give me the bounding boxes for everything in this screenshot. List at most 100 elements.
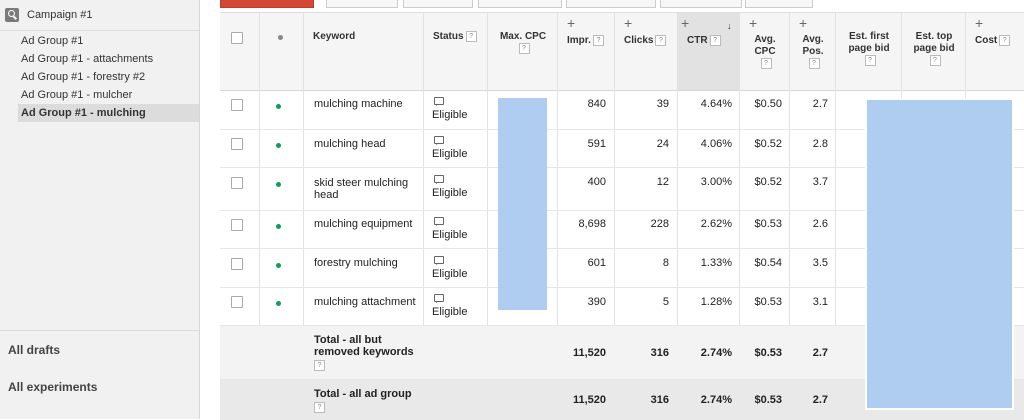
status-header-label: Status <box>433 31 464 43</box>
enabled-status-dot <box>276 104 281 109</box>
help-icon[interactable]: ? <box>655 35 667 46</box>
select-all-checkbox[interactable] <box>231 32 243 44</box>
impr-value: 840 <box>587 98 606 110</box>
help-icon[interactable]: ? <box>929 55 941 66</box>
total-ctr-value: 2.74% <box>700 394 732 406</box>
enabled-status-dot <box>276 182 281 187</box>
keyword-text[interactable]: mulching machine <box>314 98 403 110</box>
cost-header[interactable]: + Cost? <box>966 13 1024 90</box>
keyword-text[interactable]: forestry mulching <box>314 257 398 269</box>
total-label: Total - all ad group <box>314 388 412 400</box>
impr-header[interactable]: + Impr.? <box>558 13 615 90</box>
more-button[interactable] <box>745 0 813 8</box>
status-text: Eligible <box>432 187 468 199</box>
help-icon[interactable]: ? <box>314 359 325 371</box>
keyword-text[interactable]: mulching attachment <box>314 296 416 308</box>
max-cpc-header[interactable]: Max. CPC ? <box>488 13 558 90</box>
total-label-line-2: removed keywords <box>314 346 414 358</box>
ctr-value: 3.00% <box>700 176 732 188</box>
avg-cpc-value: $0.52 <box>754 176 782 188</box>
status-speech-bubble-icon[interactable] <box>434 294 444 303</box>
keyword-text-line-2[interactable]: head <box>314 189 338 201</box>
bid-strategy-button[interactable] <box>478 0 562 8</box>
automate-button[interactable] <box>566 0 656 8</box>
status-speech-bubble-icon[interactable] <box>434 136 444 145</box>
sidebar: Campaign #1 Ad Group #1 Ad Group #1 - at… <box>0 0 200 419</box>
ctr-header-label: CTR <box>687 35 708 47</box>
sidebar-item-ad-group-attachments[interactable]: Ad Group #1 - attachments <box>20 50 198 68</box>
help-icon[interactable]: ? <box>808 58 820 69</box>
avg-cpc-value: $0.54 <box>754 257 782 269</box>
avg-pos-header[interactable]: + Avg. Pos. ? <box>790 13 836 90</box>
avg-pos-value: 3.1 <box>812 296 828 308</box>
row-checkbox[interactable] <box>231 296 243 308</box>
status-speech-bubble-icon[interactable] <box>434 256 444 265</box>
add-column-icon[interactable]: + <box>799 16 807 30</box>
clicks-value: 228 <box>650 218 669 230</box>
redacted-max-cpc-block <box>498 98 547 310</box>
status-speech-bubble-icon[interactable] <box>434 217 444 226</box>
row-checkbox[interactable] <box>231 258 243 270</box>
help-icon[interactable]: ? <box>518 43 530 54</box>
keyword-text[interactable]: mulching head <box>314 138 386 150</box>
status-speech-bubble-icon[interactable] <box>434 175 444 184</box>
help-icon[interactable]: ? <box>864 55 876 66</box>
impr-value: 8,698 <box>578 218 606 230</box>
help-icon[interactable]: ? <box>465 31 477 42</box>
add-column-icon[interactable]: + <box>749 16 757 30</box>
edit-button[interactable] <box>326 0 398 8</box>
campaign-row[interactable]: Campaign #1 <box>0 0 199 31</box>
all-drafts-link[interactable]: All drafts <box>0 330 199 368</box>
total-impr-value: 11,520 <box>572 347 606 359</box>
status-text: Eligible <box>432 306 468 318</box>
total-impr-value: 11,520 <box>572 394 606 406</box>
details-button[interactable] <box>403 0 473 8</box>
ctr-header[interactable]: + ↓ CTR? <box>678 13 740 90</box>
add-keyword-button[interactable] <box>220 0 314 8</box>
all-experiments-link[interactable]: All experiments <box>0 368 199 406</box>
row-checkbox[interactable] <box>231 138 243 150</box>
row-checkbox[interactable] <box>231 219 243 231</box>
avg-pos-value: 2.6 <box>812 218 828 230</box>
est-first-header-label-2: page bid <box>848 43 890 54</box>
add-column-icon[interactable]: + <box>975 16 983 30</box>
add-column-icon[interactable]: + <box>681 16 689 30</box>
labels-button[interactable] <box>660 0 742 8</box>
keyword-header-label: Keyword <box>313 31 356 42</box>
add-column-icon[interactable]: + <box>624 16 632 30</box>
row-checkbox[interactable] <box>231 99 243 111</box>
sidebar-item-ad-group-forestry[interactable]: Ad Group #1 - forestry #2 <box>20 68 198 86</box>
total-avg-pos-value: 2.7 <box>812 347 828 359</box>
avg-pos-value: 3.5 <box>812 257 828 269</box>
clicks-header[interactable]: + Clicks? <box>615 13 678 90</box>
sidebar-item-ad-group[interactable]: Ad Group #1 <box>20 32 198 50</box>
clicks-value: 24 <box>656 138 669 150</box>
redacted-bids-cost-block <box>865 98 1014 410</box>
impr-header-label: Impr. <box>567 35 591 47</box>
avg-pos-value: 3.7 <box>812 176 828 188</box>
sidebar-item-ad-group-mulching[interactable]: Ad Group #1 - mulching <box>18 104 199 122</box>
keyword-header[interactable]: Keyword <box>304 13 424 90</box>
keyword-text-line-1[interactable]: skid steer mulching <box>314 177 408 189</box>
help-icon[interactable]: ? <box>709 35 721 46</box>
row-checkbox[interactable] <box>231 177 243 189</box>
keyword-text[interactable]: mulching equipment <box>314 218 412 230</box>
avg-cpc-value: $0.50 <box>754 98 782 110</box>
total-clicks-value: 316 <box>650 347 669 359</box>
help-icon[interactable]: ? <box>760 58 772 69</box>
impr-value: 591 <box>587 138 606 150</box>
status-dot-header <box>278 35 283 40</box>
help-icon[interactable]: ? <box>592 35 604 46</box>
help-icon[interactable]: ? <box>999 35 1011 46</box>
ctr-value: 1.33% <box>700 257 732 269</box>
search-icon[interactable] <box>5 8 19 22</box>
avg-cpc-header[interactable]: + Avg. CPC ? <box>740 13 790 90</box>
add-column-icon[interactable]: + <box>567 16 575 30</box>
help-icon[interactable]: ? <box>314 401 325 413</box>
status-header[interactable]: Status? <box>424 13 488 90</box>
status-speech-bubble-icon[interactable] <box>434 97 444 106</box>
sidebar-item-ad-group-mulcher[interactable]: Ad Group #1 - mulcher <box>20 86 198 104</box>
status-text: Eligible <box>432 229 468 241</box>
est-top-page-bid-header[interactable]: Est. top page bid ? <box>902 13 966 90</box>
est-first-page-bid-header[interactable]: Est. first page bid ? <box>836 13 902 90</box>
